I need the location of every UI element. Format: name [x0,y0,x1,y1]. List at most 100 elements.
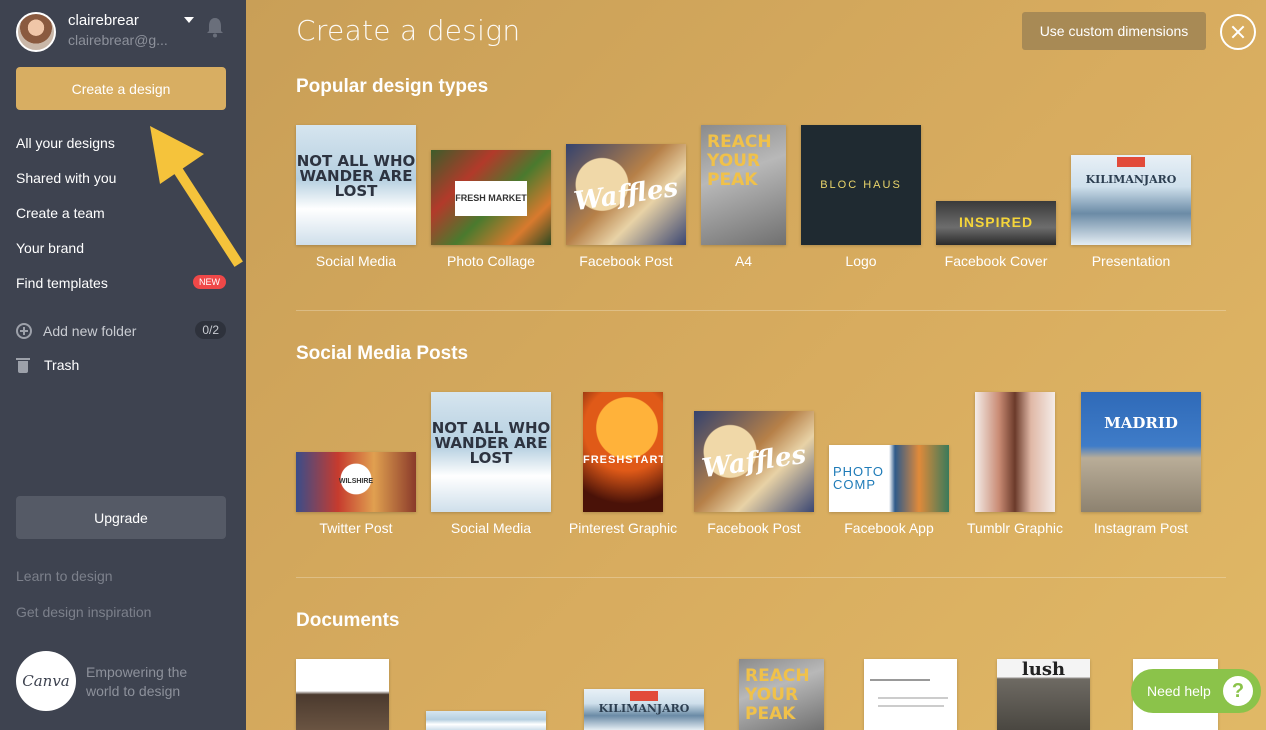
design-type-social-media[interactable]: NOT ALL WHO WANDER ARE LOST Social Media [296,125,416,275]
thumbnail-text: PHOTO COMP [833,464,884,493]
design-type-label: Photo Collage [447,253,535,269]
need-help-label: Need help [1147,683,1211,699]
design-type-instagram-post[interactable]: MADRID Instagram Post [1081,392,1201,542]
plus-circle-icon [16,323,32,339]
thumbnail-text: BLOC HAUS [820,179,902,191]
brand-tagline: Empowering the world to design [86,664,188,699]
sidebar-item-label: Shared with you [16,169,117,186]
design-type-facebook-app[interactable]: PHOTO COMP Facebook App [829,392,949,542]
document-type-2[interactable] [426,711,546,730]
design-type-label: Instagram Post [1093,520,1189,536]
design-type-tumblr-graphic[interactable]: Tumblr Graphic [964,392,1066,542]
date-tag [1116,157,1146,167]
sidebar-item-all-designs[interactable]: All your designs [16,125,226,160]
trash-icon [16,357,30,373]
design-type-label: Tumblr Graphic [967,520,1063,536]
design-type-label: Facebook Cover [944,253,1048,269]
custom-dimensions-button[interactable]: Use custom dimensions [1022,12,1206,50]
sidebar-item-label: Find templates [16,274,108,291]
thumbnail: WILSHIRE [296,452,416,512]
thumbnail: FRESH MARKET [431,150,551,245]
design-type-label: Facebook Post [579,253,673,269]
canva-logo[interactable]: Canva [16,651,76,711]
design-type-facebook-cover[interactable]: INSPIRED Facebook Cover [936,125,1056,275]
design-type-label: A4 [734,253,753,269]
design-type-a4[interactable]: REACH YOUR PEAK A4 [701,125,786,275]
sidebar-nav: All your designs Shared with you Create … [16,125,226,300]
document-type-5[interactable] [864,659,957,730]
thumbnail: BLOC HAUS [801,125,921,245]
sidebar-item-trash[interactable]: Trash [16,348,226,382]
thumbnail-text: Waffles [572,173,680,218]
thumbnail: NOT ALL WHO WANDER ARE LOST [296,125,416,245]
question-mark-icon: ? [1223,676,1253,706]
document-type-3[interactable]: KILIMANJARO [584,689,704,730]
design-type-label: Social Media [450,520,532,536]
design-type-label: Logo [845,253,877,269]
main-panel: Create a design Use custom dimensions Po… [246,0,1266,730]
design-type-label: Twitter Post [319,520,393,536]
design-type-twitter-post[interactable]: WILSHIRE Twitter Post [296,392,416,542]
sidebar-item-label: Create a team [16,204,105,221]
design-type-logo[interactable]: BLOC HAUS Logo [801,125,921,275]
thumbnail [296,659,389,730]
design-type-label: Facebook App [844,520,934,536]
sidebar-item-create-team[interactable]: Create a team [16,195,226,230]
document-type-1[interactable] [296,659,389,730]
section-divider [296,310,1226,311]
thumbnail-text: KILIMANJARO [598,702,690,715]
thumbnail-text: REACH YOUR PEAK [745,666,810,724]
thumbnail-text: MADRID [1104,413,1178,432]
thumbnail: lush [997,659,1090,730]
page-title: Create a design [296,14,521,47]
trash-label: Trash [44,357,80,373]
section-title-social-posts: Social Media Posts [296,343,469,364]
learn-to-design-link[interactable]: Learn to design [16,568,113,584]
thumbnail-text: KILIMANJARO [1085,173,1177,186]
bell-icon[interactable] [206,16,224,38]
section-title-popular: Popular design types [296,76,489,97]
thumbnail-text: REACH YOUR PEAK [707,132,772,190]
brand-footer: Canva Empowering the world to design [16,651,230,711]
close-icon[interactable] [1220,14,1256,50]
document-type-6[interactable]: lush [997,659,1090,730]
thumbnail: REACH YOUR PEAK [701,125,786,245]
thumbnail [426,711,546,730]
thumbnail: NOT ALL WHO WANDER ARE LOST [431,392,551,512]
folder-count-badge: 0/2 [195,321,226,339]
design-type-facebook-post[interactable]: Waffles Facebook Post [566,125,686,275]
create-design-button[interactable]: Create a design [16,67,226,110]
sidebar-item-find-templates[interactable]: Find templates NEW [16,265,226,300]
add-folder-button[interactable]: Add new folder 0/2 [16,314,226,348]
user-name: clairebrear [68,12,139,29]
thumbnail: KILIMANJARO [1071,155,1191,245]
thumbnail: FRESHSTART [583,392,663,512]
design-type-pinterest-graphic[interactable]: FRESHSTART Pinterest Graphic [566,392,680,542]
design-type-label: Presentation [1091,253,1171,269]
thumbnail [864,659,957,730]
upgrade-button[interactable]: Upgrade [16,496,226,539]
user-profile[interactable]: clairebrear clairebrear@g... [16,12,230,52]
need-help-button[interactable]: Need help ? [1131,669,1261,713]
design-type-label: Pinterest Graphic [568,520,678,536]
thumbnail: INSPIRED [936,201,1056,245]
document-type-4[interactable]: REACH YOUR PEAK [739,659,824,730]
thumbnail: REACH YOUR PEAK [739,659,824,730]
design-type-social-media-2[interactable]: NOT ALL WHO WANDER ARE LOST Social Media [431,392,551,542]
sidebar-item-shared[interactable]: Shared with you [16,160,226,195]
date-tag [629,691,659,701]
thumbnail [975,392,1055,512]
chevron-down-icon[interactable] [184,17,194,23]
thumbnail-text: Waffles [700,440,808,485]
add-folder-label: Add new folder [43,323,137,339]
design-type-presentation[interactable]: KILIMANJARO Presentation [1071,125,1191,275]
sidebar-item-brand[interactable]: Your brand [16,230,226,265]
design-type-facebook-post-2[interactable]: Waffles Facebook Post [694,392,814,542]
design-type-label: Facebook Post [707,520,801,536]
sidebar-item-label: Your brand [16,239,84,256]
design-inspiration-link[interactable]: Get design inspiration [16,604,151,620]
design-type-photo-collage[interactable]: FRESH MARKET Photo Collage [431,125,551,275]
thumbnail: PHOTO COMP [829,445,949,512]
design-type-label: Social Media [315,253,397,269]
thumbnail-text: NOT ALL WHO WANDER ARE LOST [431,418,551,467]
